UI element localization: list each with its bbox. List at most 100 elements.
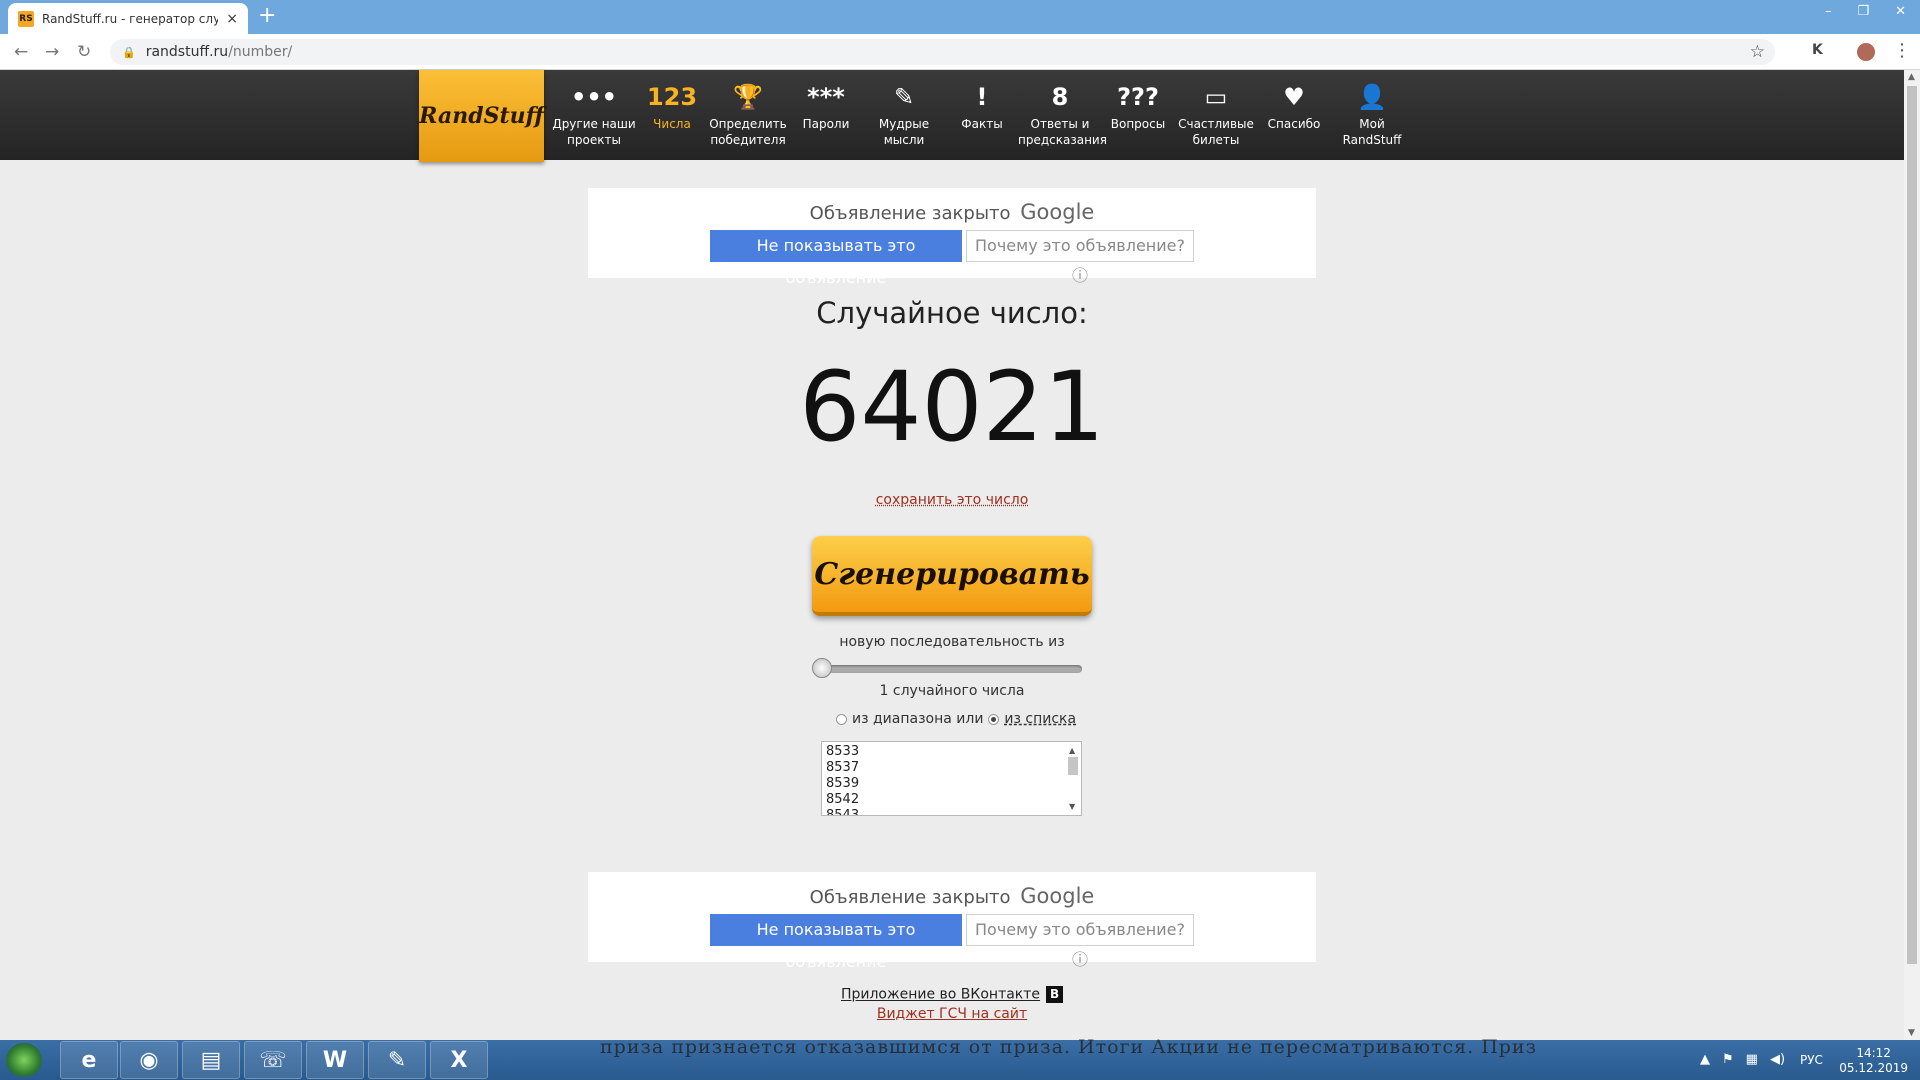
- nav-wise-thoughts[interactable]: ✎ Мудрые мысли: [862, 78, 946, 148]
- clock-date: 05.12.2019: [1839, 1061, 1908, 1075]
- close-window-button[interactable]: ✕: [1895, 4, 1906, 19]
- exclamation-icon: !: [976, 83, 988, 111]
- result-title: Случайное число:: [816, 296, 1088, 330]
- google-brand: Google: [1020, 884, 1095, 908]
- tray-arrow-icon[interactable]: ▲: [1700, 1052, 1710, 1067]
- list-scrollbar[interactable]: ▲ ▼: [1067, 745, 1079, 811]
- maximize-button[interactable]: ❐: [1857, 4, 1869, 19]
- hide-ad-button[interactable]: Не показывать это объявление: [710, 914, 962, 971]
- explorer-app-icon[interactable]: ▤: [182, 1041, 240, 1079]
- volume-icon[interactable]: ◀): [1770, 1052, 1785, 1067]
- nav-answers[interactable]: 8 Ответы и предсказания: [1018, 78, 1107, 148]
- vk-app-link[interactable]: Приложение во ВКонтакте: [841, 987, 1040, 1003]
- back-arrow-icon[interactable]: ←: [14, 42, 28, 62]
- nav-questions[interactable]: ??? Вопросы: [1096, 78, 1180, 132]
- nav-label: Другие наши проекты: [552, 117, 636, 147]
- extension-k-icon[interactable]: K: [1812, 42, 1823, 58]
- number-list-textarea[interactable]: 8533 8537 8539 8542 8543 ▲ ▼: [821, 741, 1082, 816]
- list-radio[interactable]: [988, 713, 1000, 725]
- list-radio-label[interactable]: из списка: [1004, 711, 1076, 727]
- tab-close-icon[interactable]: ×: [226, 11, 238, 27]
- nav-my-randstuff[interactable]: 👤 Мой RandStuff: [1330, 78, 1414, 148]
- ad-closed-label: Объявление закрыто: [809, 887, 1011, 908]
- ad-closed-box-top: Объявление закрыто Google Не показывать …: [588, 188, 1316, 287]
- why-ad-button[interactable]: Почему это объявление? ⓘ: [966, 230, 1194, 285]
- list-value: 8542: [826, 792, 860, 807]
- browser-tab[interactable]: RS RandStuff.ru - генератор случай ×: [8, 3, 248, 34]
- system-tray-icons: ▲ ⚑ ▦ ◀): [1700, 1052, 1785, 1067]
- nav-passwords[interactable]: *** Пароли: [784, 78, 868, 132]
- ad-closed-box-bottom: Объявление закрыто Google Не показывать …: [588, 872, 1316, 971]
- generate-button[interactable]: Сгенерировать: [812, 536, 1092, 616]
- count-label: 1 случайного числа: [879, 683, 1025, 699]
- why-ad-button[interactable]: Почему это объявление? ⓘ: [966, 914, 1194, 969]
- viber-app-icon[interactable]: ☏: [244, 1041, 302, 1079]
- count-slider-track[interactable]: [814, 665, 1082, 673]
- nav-label: Факты: [961, 117, 1003, 131]
- hide-ad-button[interactable]: Не показывать это объявление: [710, 230, 962, 287]
- list-scroll-thumb[interactable]: [1068, 757, 1078, 775]
- scroll-down-icon[interactable]: ▼: [1908, 1028, 1915, 1038]
- nav-label: Вопросы: [1110, 117, 1166, 131]
- widget-link[interactable]: Виджет ГСЧ на сайт: [0, 1006, 1904, 1022]
- excel-app-icon[interactable]: X: [430, 1041, 488, 1079]
- ad-closed-text: Объявление закрыто Google: [588, 884, 1316, 908]
- question-icon: ???: [1117, 83, 1159, 111]
- language-indicator[interactable]: РУС: [1800, 1053, 1823, 1067]
- nav-numbers[interactable]: 123 Числа: [630, 78, 714, 132]
- clock[interactable]: 14:12 05.12.2019: [1839, 1046, 1908, 1076]
- browser-menu-icon[interactable]: ⋮: [1893, 40, 1911, 61]
- flag-icon[interactable]: ⚑: [1722, 1052, 1734, 1067]
- random-number: 64021: [799, 351, 1105, 463]
- new-tab-button[interactable]: +: [258, 3, 276, 28]
- minimize-button[interactable]: –: [1825, 4, 1832, 19]
- range-radio[interactable]: [836, 713, 847, 725]
- url-path: /number/: [228, 44, 293, 60]
- network-icon[interactable]: ▦: [1746, 1052, 1758, 1067]
- address-input[interactable]: 🔒 randstuff.ru/number/ ☆: [110, 39, 1775, 65]
- scroll-down-icon[interactable]: ▼: [1069, 799, 1075, 815]
- ad-closed-text: Объявление закрыто Google: [588, 200, 1316, 224]
- scroll-icon: ✎: [893, 83, 915, 111]
- heart-icon: ♥: [1283, 83, 1305, 111]
- site-logo[interactable]: RandStuff: [419, 70, 544, 162]
- list-value: 8543: [826, 808, 860, 816]
- tab-title: RandStuff.ru - генератор случай: [42, 11, 219, 26]
- count-slider-thumb[interactable]: [812, 658, 832, 678]
- nav-label: Определить победителя: [709, 117, 787, 147]
- bookmark-star-icon[interactable]: ☆: [1750, 42, 1765, 62]
- ticket-icon: ▭: [1204, 83, 1228, 111]
- user-icon: 👤: [1357, 83, 1387, 111]
- nav-winner[interactable]: 🏆 Определить победителя: [706, 78, 790, 148]
- page-scrollbar[interactable]: ▲ ▼: [1904, 70, 1920, 1040]
- profile-avatar[interactable]: [1857, 43, 1875, 61]
- nav-facts[interactable]: ! Факты: [940, 78, 1024, 132]
- scroll-up-icon[interactable]: ▲: [1908, 72, 1915, 82]
- reload-icon[interactable]: ↻: [77, 42, 91, 62]
- trophy-icon: 🏆: [733, 83, 763, 111]
- vk-icon[interactable]: B: [1046, 986, 1064, 1003]
- ie-app-icon[interactable]: e: [60, 1041, 118, 1079]
- save-number-link[interactable]: сохранить это число: [0, 492, 1904, 508]
- google-brand: Google: [1020, 200, 1095, 224]
- start-button[interactable]: [6, 1043, 42, 1077]
- lock-icon: 🔒: [122, 45, 136, 59]
- asterisks-icon: ***: [807, 83, 845, 111]
- paint-app-icon[interactable]: ✎: [368, 1041, 426, 1079]
- word-app-icon[interactable]: W: [306, 1041, 364, 1079]
- list-value: 8539: [826, 776, 860, 791]
- url-host: randstuff.ru: [145, 44, 229, 60]
- vk-app-row: Приложение во ВКонтакте B: [0, 986, 1904, 1003]
- forward-arrow-icon[interactable]: →: [45, 42, 59, 62]
- ball-icon: 8: [1051, 83, 1069, 111]
- nav-label: Мудрые мысли: [878, 117, 930, 147]
- nav-other-projects[interactable]: ••• Другие наши проекты: [552, 78, 636, 148]
- chrome-app-icon[interactable]: ◉: [120, 1041, 178, 1079]
- page-scroll-thumb[interactable]: [1907, 86, 1917, 964]
- clock-time: 14:12: [1856, 1046, 1891, 1060]
- dots-icon: •••: [570, 83, 618, 111]
- browser-toolbar: ← → ↻ 🔒 randstuff.ru/number/ ☆ K ⋮: [0, 34, 1920, 70]
- nav-lucky-tickets[interactable]: ▭ Счастливые билеты: [1174, 78, 1258, 148]
- range-radio-label[interactable]: из диапазона или: [852, 711, 983, 727]
- nav-thanks[interactable]: ♥ Спасибо: [1252, 78, 1336, 132]
